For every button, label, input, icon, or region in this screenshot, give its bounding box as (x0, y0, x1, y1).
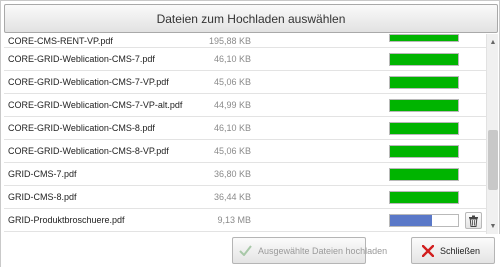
select-files-button[interactable]: Dateien zum Hochladen auswählen (4, 4, 498, 33)
scrollbar-thumb[interactable] (488, 130, 498, 190)
file-name: CORE-GRID-Weblication-CMS-7-VP.pdf (8, 71, 169, 93)
close-button[interactable]: Schließen (411, 237, 495, 264)
file-row[interactable]: CORE-GRID-Weblication-CMS-7-VP.pdf45,06 … (4, 71, 486, 94)
file-size: 44,99 KB (174, 94, 251, 116)
vertical-scrollbar[interactable]: ▲ ▼ (486, 34, 498, 234)
file-size: 46,10 KB (174, 117, 251, 139)
upload-progress-bar (389, 214, 459, 227)
scroll-down-arrow-icon[interactable]: ▼ (487, 220, 499, 232)
upload-progress-bar (389, 145, 459, 158)
file-name: CORE-GRID-Weblication-CMS-8-VP.pdf (8, 140, 169, 162)
upload-progress-bar (389, 34, 459, 42)
file-size: 45,06 KB (174, 140, 251, 162)
upload-progress-fill (390, 146, 458, 157)
upload-progress-bar (389, 122, 459, 135)
upload-progress-fill (390, 77, 458, 88)
upload-dialog: Dateien zum Hochladen auswählen CORE-CMS… (0, 0, 500, 267)
file-row[interactable]: GRID-CMS-8.pdf 36,44 KB (4, 186, 486, 209)
upload-progress-bar (389, 168, 459, 181)
upload-progress-fill (390, 169, 458, 180)
dialog-footer: Ausgewählte Dateien hochladen Schließen (1, 234, 500, 268)
file-list: CORE-CMS-RENT-VP.pdf195,88 KBCORE-GRID-W… (4, 34, 486, 234)
upload-progress-fill (390, 100, 458, 111)
file-row[interactable]: GRID-CMS-7.pdf 36,80 KB (4, 163, 486, 186)
file-name: GRID-Produktbroschuere.pdf (8, 209, 125, 231)
close-x-icon (422, 245, 434, 257)
file-row[interactable]: CORE-GRID-Weblication-CMS-7-VP-alt.pdf44… (4, 94, 486, 117)
file-row[interactable]: CORE-GRID-Weblication-CMS-8-VP.pdf45,06 … (4, 140, 486, 163)
file-name: CORE-GRID-Weblication-CMS-7.pdf (8, 48, 155, 70)
file-row[interactable]: CORE-GRID-Weblication-CMS-7.pdf 46,10 KB (4, 48, 486, 71)
remove-file-button[interactable] (465, 212, 482, 229)
checkmark-icon (239, 245, 252, 256)
upload-progress-fill (390, 54, 458, 65)
close-label: Schließen (440, 246, 480, 256)
file-name: CORE-GRID-Weblication-CMS-7-VP-alt.pdf (8, 94, 182, 116)
file-name: CORE-GRID-Weblication-CMS-8.pdf (8, 117, 155, 139)
upload-progress-fill (390, 35, 458, 41)
file-row[interactable]: CORE-GRID-Weblication-CMS-8.pdf 46,10 KB (4, 117, 486, 140)
upload-selected-label: Ausgewählte Dateien hochladen (258, 246, 387, 256)
file-size: 36,44 KB (174, 186, 251, 208)
file-size: 195,88 KB (174, 34, 251, 47)
upload-progress-bar (389, 76, 459, 89)
upload-progress-bar (389, 99, 459, 112)
upload-progress-fill (390, 192, 458, 203)
file-size: 45,06 KB (174, 71, 251, 93)
file-size: 46,10 KB (174, 48, 251, 70)
trash-icon (468, 215, 479, 227)
file-size: 36,80 KB (174, 163, 251, 185)
file-row[interactable]: GRID-Produktbroschuere.pdf 9,13 MB (4, 209, 486, 232)
upload-progress-bar (389, 53, 459, 66)
file-name: GRID-CMS-8.pdf (8, 186, 77, 208)
upload-progress-bar (389, 191, 459, 204)
upload-progress-fill (390, 123, 458, 134)
scroll-up-arrow-icon[interactable]: ▲ (487, 36, 499, 48)
file-name: CORE-CMS-RENT-VP.pdf (8, 34, 113, 47)
file-size: 9,13 MB (174, 209, 251, 231)
upload-selected-button[interactable]: Ausgewählte Dateien hochladen (232, 237, 366, 264)
file-row[interactable]: CORE-CMS-RENT-VP.pdf 195,88 KB (4, 34, 486, 48)
upload-progress-fill (390, 215, 432, 226)
file-name: GRID-CMS-7.pdf (8, 163, 77, 185)
